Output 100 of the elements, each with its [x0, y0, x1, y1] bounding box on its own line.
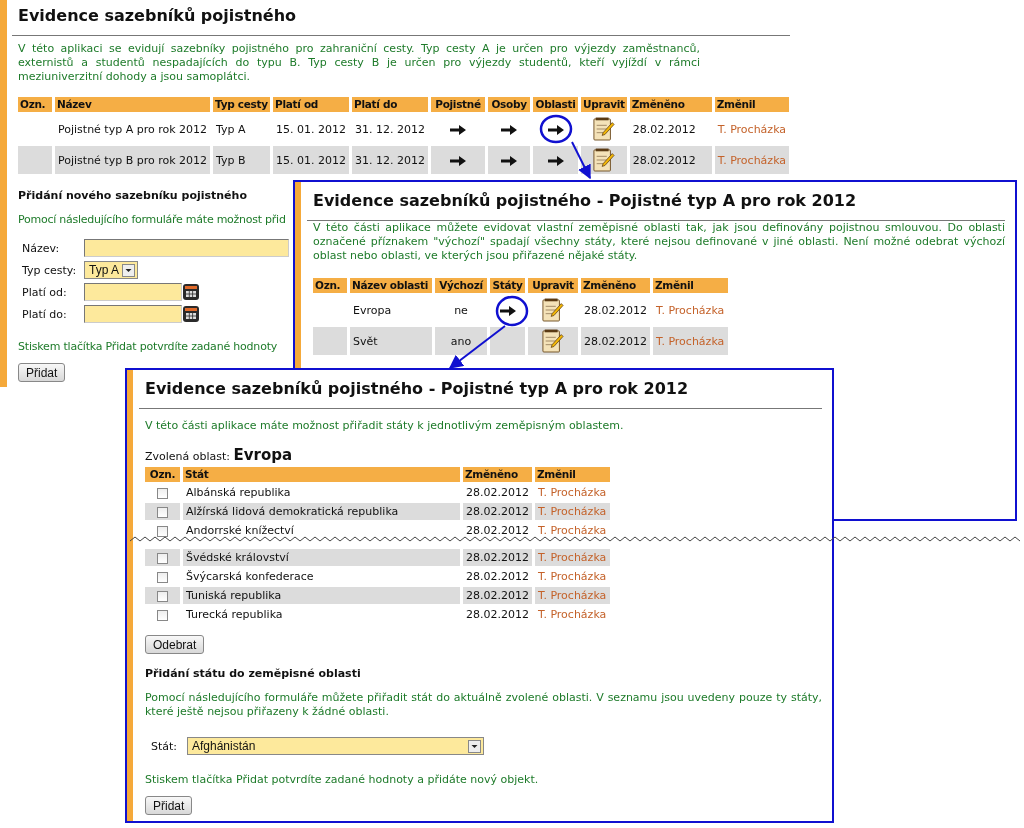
edit-icon[interactable] — [592, 117, 615, 141]
author-link[interactable]: T. Procházka — [653, 296, 728, 324]
author-link[interactable]: T. Procházka — [535, 587, 610, 604]
checkbox[interactable] — [157, 590, 168, 602]
author-link[interactable]: T. Procházka — [535, 549, 610, 566]
arrow-icon[interactable] — [450, 155, 467, 166]
arrow-icon[interactable] — [501, 155, 518, 166]
column-header: Osoby — [488, 97, 531, 112]
calendar-icon[interactable] — [183, 284, 199, 300]
name-field[interactable] — [84, 239, 289, 257]
table-cell-text: ne — [453, 302, 469, 319]
table-cell-text: Švýcarská konfederace — [185, 569, 315, 585]
author-link[interactable]: T. Procházka — [714, 115, 790, 143]
author-link[interactable]: T. Procházka — [714, 146, 790, 174]
calendar-icon[interactable] — [183, 306, 199, 322]
arrow-icon[interactable] — [499, 305, 516, 316]
table-cell: Pojistné typ B pro rok 2012 — [55, 146, 211, 174]
checkbox[interactable] — [157, 552, 168, 564]
column-header: Pojistné — [431, 97, 486, 112]
caret-icon — [468, 739, 481, 753]
arrow-icon[interactable] — [450, 124, 467, 135]
column-header: Stát — [183, 467, 460, 482]
table-cell-text: 31. 12. 2012 — [354, 121, 427, 138]
column-header: Typ cesty — [213, 97, 271, 112]
state-select[interactable]: Afghánistán — [187, 737, 484, 755]
table-cell: Tuniská republika — [183, 587, 460, 604]
table-cell-text: 28.02.2012 — [465, 607, 530, 623]
date-field[interactable] — [84, 305, 182, 323]
checkbox[interactable] — [157, 525, 168, 537]
column-header: Upravit — [581, 97, 627, 112]
panel-title: Evidence sazebníků pojistného - Pojistné typ A pro rok 2012 — [145, 378, 690, 400]
selected-area-name: Evropa — [233, 446, 293, 464]
table-cell-text: Albánská republika — [185, 485, 292, 501]
table-cell: 28.02.2012 — [463, 503, 532, 520]
column-header: Název oblasti — [350, 278, 432, 293]
arrow-icon[interactable] — [501, 124, 518, 135]
field-label: Platí do: — [21, 307, 68, 321]
highlight-circle — [495, 295, 529, 327]
remove-button[interactable]: Odebrat — [145, 635, 205, 654]
field-label: Název: — [21, 241, 61, 255]
table-cell: 28.02.2012 — [463, 549, 532, 566]
column-header: Změněno — [581, 278, 650, 293]
column-header: Ozn. — [313, 278, 347, 293]
edit-icon[interactable] — [592, 148, 615, 172]
field-label: Stát: — [150, 739, 179, 753]
caret-icon — [122, 263, 135, 277]
checkbox[interactable] — [157, 571, 168, 583]
column-header: Platí od — [273, 97, 350, 112]
column-header: Ozn. — [145, 467, 180, 482]
author-link[interactable]: T. Procházka — [535, 503, 610, 520]
table-cell-text: Pojistné typ A pro rok 2012 — [57, 121, 209, 138]
table-cell: 28.02.2012 — [629, 146, 712, 174]
add-button[interactable]: Přidat — [145, 796, 193, 815]
author-link[interactable]: T. Procházka — [535, 606, 610, 623]
form-hint: Stiskem tlačítka Přidat potvrdíte zadané hodnoty a přidáte nový objekt. — [145, 773, 540, 787]
table-cell: 31. 12. 2012 — [352, 146, 429, 174]
form-hint: Pomocí následujícího formuláře máte možnost přid — [18, 213, 286, 227]
intro-text: V této části aplikace máte možnost přiřadit státy k jednotlivým zeměpisným oblastem. — [145, 419, 625, 433]
column-header: Změněno — [463, 467, 532, 482]
panel-title: Evidence sazebníků pojistného - Pojistné typ A pro rok 2012 — [313, 190, 858, 212]
column-header: Změnil — [714, 97, 790, 112]
checkbox[interactable] — [157, 609, 168, 621]
table-cell-text: 28.02.2012 — [583, 302, 648, 319]
edit-icon[interactable] — [542, 329, 564, 353]
date-field[interactable] — [84, 283, 182, 301]
section-heading: Přidání státu do zeměpisné oblasti — [145, 667, 361, 681]
checkbox[interactable] — [157, 487, 168, 499]
checkbox[interactable] — [157, 506, 168, 518]
column-header: Název — [55, 97, 211, 112]
table-cell: Alžírská lidová demokratická republika — [183, 503, 460, 520]
highlight-circle — [539, 114, 573, 144]
field-label: Platí od: — [21, 285, 68, 299]
add-button[interactable]: Přidat — [18, 363, 66, 382]
selected-area-label: Zvolená oblast: — [145, 450, 231, 463]
author-link[interactable]: T. Procházka — [535, 484, 610, 501]
author-link[interactable]: T. Procházka — [535, 522, 610, 539]
table-cell-text: 28.02.2012 — [631, 121, 697, 138]
arrow-icon[interactable] — [547, 124, 564, 135]
column-header: Změněno — [629, 97, 712, 112]
table-cell-text: Andorrské knížectví — [185, 523, 295, 539]
page-title: Evidence sazebníků pojistného — [18, 5, 298, 27]
author-link[interactable]: T. Procházka — [535, 568, 610, 585]
arrow-icon[interactable] — [547, 155, 564, 166]
table-cell-text: 28.02.2012 — [465, 485, 530, 501]
table-cell: 28.02.2012 — [463, 587, 532, 604]
field-label: Typ cesty: — [21, 263, 78, 277]
column-header: Upravit — [528, 278, 578, 293]
table-cell-text: 15. 01. 2012 — [275, 121, 348, 138]
table-cell: ano — [435, 327, 487, 355]
table-cell-text: Turecká republika — [185, 607, 284, 623]
column-header: Změnil — [653, 278, 728, 293]
table-cell-text: 28.02.2012 — [465, 569, 530, 585]
intro-text: V této části aplikace můžete evidovat vlastní zeměpisné oblasti tak, jak jsou definovány pojistnou smlouvou. Do oblasti označené příznakem "výchozí" spadají všechny státy, které nejsou definované v jiné oblasti. Není možné odebrat výchozí oblast nebo oblasti, ve kterých jsou přiřazené nějaké státy. — [313, 221, 1005, 263]
author-link[interactable]: T. Procházka — [653, 327, 728, 355]
section-heading: Přidání nového sazebníku pojistného — [18, 189, 247, 203]
table-cell-text: Typ A — [215, 121, 247, 138]
trip-type-select[interactable]: Typ A — [84, 261, 138, 279]
edit-icon[interactable] — [542, 298, 564, 322]
column-header: Platí do — [352, 97, 429, 112]
column-header: Oblasti — [533, 97, 579, 112]
